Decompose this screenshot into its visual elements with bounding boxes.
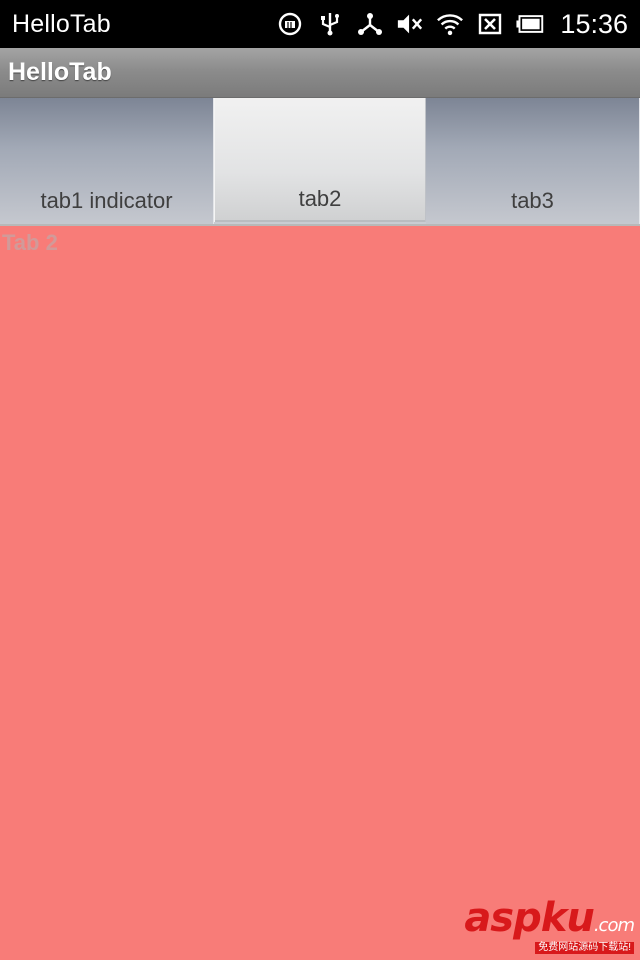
- tab-1-label: tab1 indicator: [40, 188, 173, 213]
- action-bar: HelloTab: [0, 48, 640, 98]
- tab-1[interactable]: tab1 indicator: [0, 98, 214, 224]
- action-bar-title: HelloTab: [8, 58, 112, 86]
- watermark-domain: .com: [593, 915, 635, 936]
- no-sim-icon: [476, 10, 504, 38]
- mute-icon: [396, 10, 424, 38]
- tab-2[interactable]: tab2: [214, 98, 426, 222]
- tab-3-label: tab3: [511, 188, 554, 213]
- status-bar: HelloTab 15:36: [0, 0, 640, 48]
- wifi-icon: [436, 10, 464, 38]
- status-icons: 15:36: [276, 0, 628, 48]
- mm-icon: [276, 10, 304, 38]
- tab-widget: tab1 indicator tab2 tab3: [0, 98, 640, 226]
- watermark-tagline: 免费网站源码下载站!: [535, 942, 634, 954]
- tab-3[interactable]: tab3: [426, 98, 640, 224]
- watermark-logo: aspku.com 免费网站源码下载站!: [464, 895, 635, 954]
- battery-icon: [516, 10, 544, 38]
- tether-icon: [356, 10, 384, 38]
- tab-content-text: Tab 2: [2, 230, 58, 255]
- watermark-brand: aspku: [464, 895, 595, 941]
- usb-icon: [316, 10, 344, 38]
- tab-2-label: tab2: [298, 186, 342, 211]
- tab-content: Tab 2: [0, 226, 640, 960]
- status-time: 15:36: [560, 8, 628, 39]
- status-app-title: HelloTab: [12, 9, 111, 38]
